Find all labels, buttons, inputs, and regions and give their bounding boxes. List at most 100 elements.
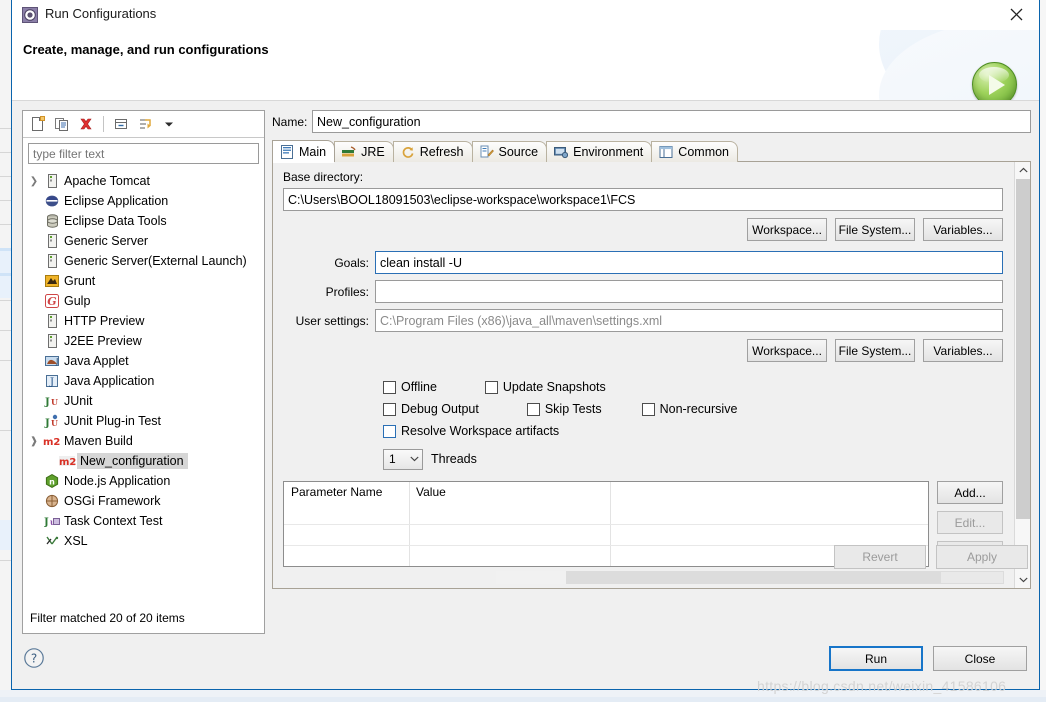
- base-directory-input[interactable]: [283, 188, 1003, 211]
- vertical-scrollbar[interactable]: [1014, 162, 1030, 588]
- close-button[interactable]: Close: [933, 646, 1027, 671]
- svg-text:n: n: [49, 478, 55, 487]
- file-system-button-bottom[interactable]: File System...: [835, 339, 915, 362]
- vscroll-thumb[interactable]: [1016, 179, 1030, 519]
- svg-text:U: U: [51, 418, 58, 428]
- java-applet-icon: J: [43, 354, 61, 368]
- column-header-value[interactable]: Value: [409, 482, 729, 503]
- filter-icon[interactable]: [134, 113, 156, 135]
- scroll-up-icon[interactable]: [1015, 162, 1030, 178]
- tab-refresh[interactable]: Refresh: [392, 141, 473, 162]
- search-input[interactable]: [28, 143, 259, 164]
- close-icon[interactable]: [994, 0, 1039, 29]
- delete-icon[interactable]: [75, 113, 97, 135]
- svg-text:m2: m2: [59, 457, 76, 467]
- tree-item-label: Generic Server(External Launch): [64, 254, 247, 268]
- tree-item-task-context-test[interactable]: Ju Task Context Test: [23, 511, 264, 531]
- checkbox-line-3: Resolve Workspace artifacts: [383, 420, 1020, 442]
- workspace-button-bottom[interactable]: Workspace...: [747, 339, 827, 362]
- filter-status-text: Filter matched 20 of 20 items: [23, 603, 264, 633]
- dialog-title-bar: Run Configurations: [12, 0, 1039, 30]
- checkbox-line-2: Debug Output Skip Tests Non-recursive: [383, 398, 1020, 420]
- tree-item-apache-tomcat[interactable]: ❯ Apache Tomcat: [23, 171, 264, 191]
- run-button[interactable]: Run: [829, 646, 923, 671]
- profiles-input[interactable]: [375, 280, 1003, 303]
- configuration-tabs[interactable]: Main JRE Refresh Source Environment Comm…: [272, 140, 1031, 163]
- checkbox-box[interactable]: [641, 402, 655, 416]
- checkbox-skip-tests[interactable]: Skip Tests: [526, 402, 602, 416]
- hscroll-thumb[interactable]: [566, 571, 941, 584]
- file-system-button-top[interactable]: File System...: [835, 218, 915, 241]
- tree-item-j2ee-preview[interactable]: J2EE Preview: [23, 331, 264, 351]
- tree-item-junit-plugin-test[interactable]: JU JUnit Plug-in Test: [23, 411, 264, 431]
- checkbox-box[interactable]: [484, 380, 498, 394]
- tree-item-gulp[interactable]: G Gulp: [23, 291, 264, 311]
- tree-item-osgi-framework[interactable]: OSGi Framework: [23, 491, 264, 511]
- grunt-icon: [43, 274, 61, 288]
- workspace-button-top[interactable]: Workspace...: [747, 218, 827, 241]
- background-line: [0, 300, 11, 301]
- checkbox-resolve-workspace-artifacts[interactable]: Resolve Workspace artifacts: [383, 424, 559, 438]
- user-settings-input[interactable]: [375, 309, 1003, 332]
- column-header-parameter-name[interactable]: Parameter Name: [284, 482, 409, 503]
- tree-item-maven-build[interactable]: ❱ m2 Maven Build: [23, 431, 264, 451]
- tab-jre[interactable]: JRE: [334, 141, 394, 162]
- tree-item-eclipse-application[interactable]: Eclipse Application: [23, 191, 264, 211]
- tab-environment[interactable]: Environment: [546, 141, 653, 162]
- tab-label: Main: [299, 144, 327, 159]
- tab-main[interactable]: Main: [272, 140, 336, 163]
- background-line: [0, 200, 11, 201]
- chevron-down-icon[interactable]: [158, 113, 180, 135]
- variables-button-top[interactable]: Variables...: [923, 218, 1003, 241]
- tab-label: Common: [678, 145, 730, 159]
- launch-configurations-tree-panel: ❯ Apache Tomcat Eclipse Application: [22, 110, 265, 634]
- tree-item-java-application[interactable]: J Java Application: [23, 371, 264, 391]
- scroll-down-icon[interactable]: [1015, 572, 1030, 588]
- tree-item-grunt[interactable]: Grunt: [23, 271, 264, 291]
- add-parameter-button[interactable]: Add...: [937, 481, 1003, 504]
- goals-input[interactable]: [375, 251, 1003, 274]
- checkbox-box[interactable]: [383, 402, 396, 416]
- tree-item-generic-server[interactable]: Generic Server: [23, 231, 264, 251]
- new-config-icon[interactable]: [27, 113, 49, 135]
- horizontal-scrollbar[interactable]: [283, 571, 1004, 584]
- collapse-all-icon[interactable]: [110, 113, 132, 135]
- checkbox-box[interactable]: [383, 380, 396, 394]
- background-line: [0, 430, 11, 431]
- chevron-down-icon[interactable]: ❱: [25, 436, 43, 447]
- tree-item-http-preview[interactable]: HTTP Preview: [23, 311, 264, 331]
- tree-item-label: Eclipse Application: [64, 194, 169, 208]
- checkbox-update-snapshots[interactable]: Update Snapshots: [484, 380, 606, 394]
- threads-label: Threads: [431, 452, 477, 466]
- checkbox-non-recursive[interactable]: Non-recursive: [641, 402, 737, 416]
- help-icon[interactable]: ?: [23, 647, 45, 669]
- checkbox-box[interactable]: [526, 402, 540, 416]
- tree-item-java-applet[interactable]: J Java Applet: [23, 351, 264, 371]
- tab-common[interactable]: Common: [651, 141, 739, 162]
- checkbox-offline[interactable]: Offline: [383, 380, 437, 394]
- hscroll-corner: [938, 571, 1004, 584]
- tree-item-xsl[interactable]: XSL: [23, 531, 264, 551]
- chevron-right-icon[interactable]: ❯: [25, 176, 43, 187]
- configuration-name-input[interactable]: [312, 110, 1031, 133]
- tree-item-generic-server-external[interactable]: Generic Server(External Launch): [23, 251, 264, 271]
- hscroll-track[interactable]: [496, 571, 941, 584]
- variables-button-bottom[interactable]: Variables...: [923, 339, 1003, 362]
- tree-item-new-configuration[interactable]: m2 New_configuration: [23, 451, 264, 471]
- checkbox-box[interactable]: [383, 424, 396, 438]
- launch-configuration-tree[interactable]: ❯ Apache Tomcat Eclipse Application Ecli…: [23, 169, 264, 603]
- tree-item-junit[interactable]: JU JUnit: [23, 391, 264, 411]
- parameters-table[interactable]: Parameter Name Value: [283, 481, 929, 567]
- checkbox-debug-output[interactable]: Debug Output: [383, 402, 479, 416]
- tree-item-label: HTTP Preview: [64, 314, 145, 328]
- tree-item-nodejs-application[interactable]: n Node.js Application: [23, 471, 264, 491]
- tab-source[interactable]: Source: [471, 141, 548, 162]
- tree-item-eclipse-data-tools[interactable]: Eclipse Data Tools: [23, 211, 264, 231]
- background-line: [0, 360, 11, 361]
- user-settings-row: User settings:: [283, 309, 1020, 332]
- threads-dropdown[interactable]: 1: [383, 448, 423, 470]
- gulp-icon: G: [43, 294, 61, 308]
- duplicate-icon[interactable]: [51, 113, 73, 135]
- background-line: [0, 330, 11, 331]
- java-app-icon: J: [43, 374, 61, 388]
